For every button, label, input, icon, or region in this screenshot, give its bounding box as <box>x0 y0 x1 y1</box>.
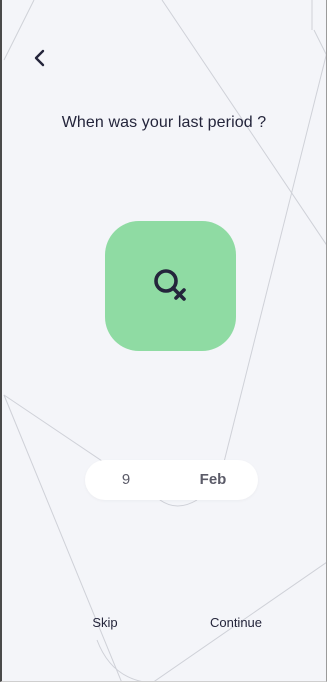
date-month-value[interactable]: Feb <box>193 471 233 488</box>
app-screen: When was your last period ? 9 Feb Skip C… <box>0 0 327 682</box>
date-picker[interactable]: 9 Feb <box>85 460 258 500</box>
question-title: When was your last period ? <box>61 114 267 131</box>
continue-button[interactable]: Continue <box>200 615 272 630</box>
female-symbol-icon <box>153 269 186 301</box>
female-symbol-tile <box>105 221 236 351</box>
chevron-left-icon <box>34 49 45 67</box>
date-day-value[interactable]: 9 <box>119 471 133 488</box>
skip-button[interactable]: Skip <box>82 615 128 630</box>
back-button[interactable] <box>26 44 54 72</box>
